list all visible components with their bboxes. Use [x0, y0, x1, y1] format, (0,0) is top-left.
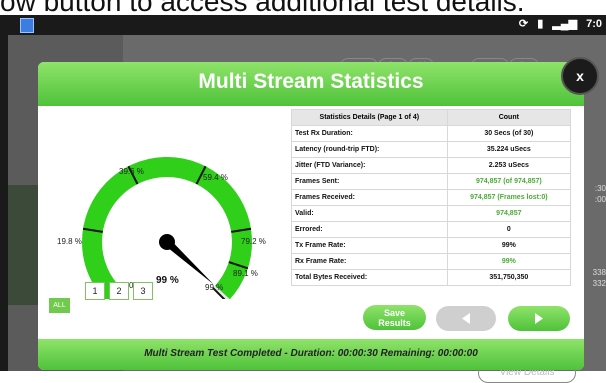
stat-value: 99% — [446, 237, 572, 254]
table-row: Frames Sent: 974,857 (of 974,857) — [291, 173, 572, 190]
test-status-footer: Multi Stream Test Completed - Duration: … — [38, 339, 584, 370]
stat-label: Rx Frame Rate: — [291, 253, 448, 270]
gauge-label-59-4: 59.4 % — [203, 173, 228, 182]
stream-3-button[interactable]: 3 — [133, 282, 153, 300]
stat-label: Valid: — [291, 205, 448, 222]
stat-value: 30 Secs (of 30) — [446, 125, 572, 142]
gauge-hub — [159, 234, 175, 250]
gauge-label-89-1: 89.1 % — [233, 269, 258, 278]
stat-value: 99% — [446, 253, 572, 270]
test-status-text: Multi Stream Test Completed - Duration: … — [144, 348, 478, 359]
signal-icon: ▂▄▆ — [552, 18, 578, 30]
statistics-table-body: Test Rx Duration: 30 Secs (of 30) Latency … — [291, 125, 572, 286]
gauge-label-39-6: 39.6 % — [119, 167, 144, 176]
stat-label: Tx Frame Rate: — [291, 237, 448, 254]
right-arrow-icon — [535, 313, 543, 324]
table-header-count: Count — [446, 109, 572, 126]
app-icon — [20, 18, 34, 33]
table-row: Tx Frame Rate: 99% — [291, 237, 572, 254]
gauge-label-99: 99 % — [205, 283, 223, 292]
gauge-label-79-2: 79.2 % — [241, 237, 266, 246]
stat-label: Jitter (FTD Variance): — [291, 157, 448, 174]
gauge-label-19-8: 19.8 % — [57, 237, 82, 246]
save-results-label-line2: Results — [378, 318, 411, 328]
close-button[interactable]: x — [561, 57, 599, 95]
stat-label: Test Rx Duration: — [291, 125, 448, 142]
table-row: Valid: 974,857 — [291, 205, 572, 222]
status-bar: ⟳ ▮ ▂▄▆ 7:0 — [0, 15, 606, 35]
stream-2-button[interactable]: 2 — [109, 282, 129, 300]
stat-label: Errored: — [291, 221, 448, 238]
background-side-values-2: 338 332 — [592, 268, 606, 288]
table-header-details: Statistics Details (Page 1 of 4) — [291, 109, 448, 126]
previous-page-button[interactable] — [436, 306, 496, 331]
stat-value: 35.224 uSecs — [446, 141, 572, 158]
dialog-header: Multi Stream Statistics — [38, 62, 584, 106]
statistics-table: Statistics Details (Page 1 of 4) Count T… — [291, 109, 572, 286]
device-screen: ⟳ ▮ ▂▄▆ 7:0 Copper Fiber Link Copper Fib… — [0, 15, 606, 383]
multi-stream-statistics-dialog: Multi Stream Statistics 0 % 19.8 % 39.6 … — [38, 62, 584, 370]
stream-1-button[interactable]: 1 — [85, 282, 105, 300]
table-row: Errored: 0 — [291, 221, 572, 238]
stat-value: 351,750,350 — [446, 269, 572, 286]
stat-value: 974,857 (Frames lost:0) — [446, 189, 572, 206]
stat-value: 974,857 (of 974,857) — [446, 173, 572, 190]
background-side-values: :30 :00 — [594, 184, 606, 204]
left-arrow-icon — [462, 313, 470, 324]
stat-value: 2.253 uSecs — [446, 157, 572, 174]
table-header-row: Statistics Details (Page 1 of 4) Count — [291, 109, 572, 126]
stat-label: Latency (round-trip FTD): — [291, 141, 448, 158]
table-row: Frames Received: 974,857 (Frames lost:0) — [291, 189, 572, 206]
status-icons: ⟳ ▮ ▂▄▆ 7:0 — [513, 17, 602, 30]
sync-icon: ⟳ — [518, 18, 529, 30]
table-row: Latency (round-trip FTD): 35.224 uSecs — [291, 141, 572, 158]
save-results-label-line1: Save — [383, 308, 406, 318]
next-page-button[interactable] — [508, 306, 570, 331]
gauge-value: 99 % — [156, 275, 179, 286]
table-row: Total Bytes Received: 351,750,350 — [291, 269, 572, 286]
stat-value: 974,857 — [446, 205, 572, 222]
frame-rate-gauge: 0 % 19.8 % 39.6 % 59.4 % 79.2 % 89.1 % 9… — [57, 157, 266, 299]
stat-value: 0 — [446, 221, 572, 238]
all-streams-button[interactable]: ALL — [49, 298, 70, 313]
clock-time: 7:0 — [586, 18, 602, 30]
sim-icon: ▮ — [537, 18, 544, 30]
dialog-title: Multi Stream Statistics — [198, 70, 424, 93]
save-results-button[interactable]: Save Results — [363, 305, 426, 330]
stat-label: Total Bytes Received: — [291, 269, 448, 286]
stat-label: Frames Sent: — [291, 173, 448, 190]
table-row: Rx Frame Rate: 99% — [291, 253, 572, 270]
stat-label: Frames Received: — [291, 189, 448, 206]
table-row: Jitter (FTD Variance): 2.253 uSecs — [291, 157, 572, 174]
table-row: Test Rx Duration: 30 Secs (of 30) — [291, 125, 572, 142]
